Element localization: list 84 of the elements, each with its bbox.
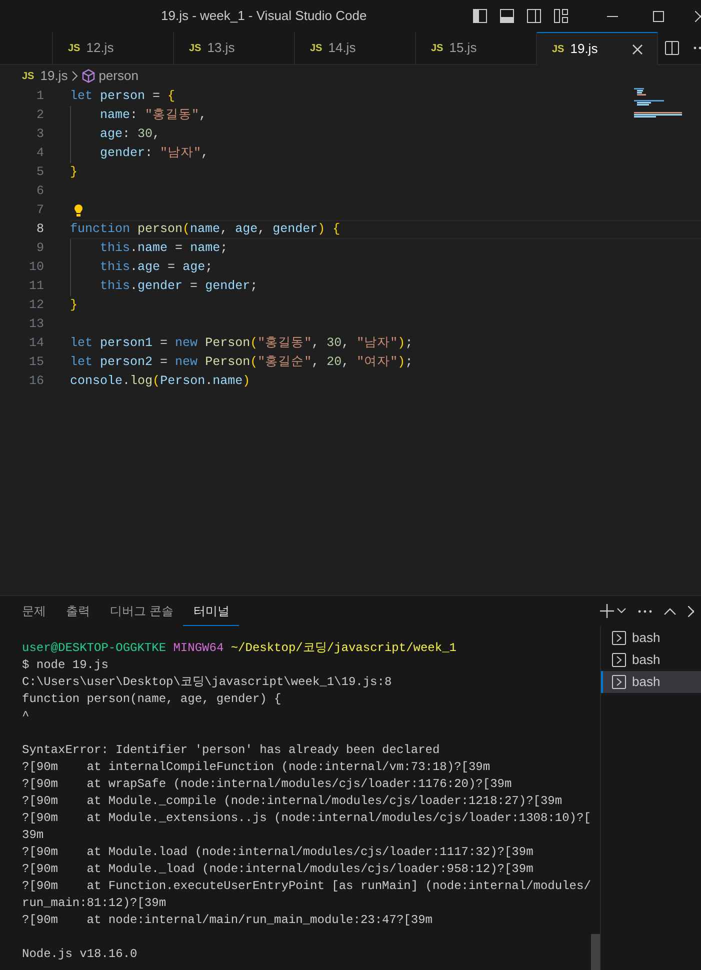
breadcrumb-item[interactable]: person [98,66,138,86]
chevron-right-icon [72,71,78,81]
js-file-icon: JS [552,42,564,56]
terminal-list-item[interactable]: bash [601,671,701,693]
panel-toggle-icon[interactable] [499,8,515,24]
terminal-line: ^ [22,708,30,724]
code-line: } [70,164,78,182]
maximize-icon[interactable] [652,10,664,22]
line-number: 3 [35,126,44,144]
more-icon[interactable] [693,46,701,50]
line-number: 16 [28,373,44,390]
code-line: gender: "남자", [70,144,209,163]
chevron-down-icon[interactable] [617,608,626,614]
panel-tab[interactable]: 디버그 콘솔 [100,596,184,626]
terminal-line: ?[90m at internalCompileFunction (node:internal/vm:73:18)?[39m [22,758,490,776]
line-number: 7 [35,202,44,220]
js-file-icon: JS [431,40,444,56]
terminal-line: run_main:81:12)?[39m [22,894,166,912]
line-number: 14 [28,335,44,352]
terminal-line: C:\Users\user\Desktop\코딩\javascript\week_1\19.js:8 [22,674,392,690]
chevron-up-icon[interactable] [664,608,676,614]
split-editor-icon[interactable] [665,41,679,55]
scrollbar-thumb[interactable] [591,934,600,970]
line-number: 9 [35,240,44,258]
code-line: } [70,297,78,314]
terminal-line: ?[90m at Module._compile (node:internal/modules/cjs/loader:1218:27)?[39m [22,792,562,810]
code-line: this.age = age; [70,258,213,277]
panel-tab[interactable]: 출력 [56,596,100,626]
terminal-line: function person(name, age, gender) { [22,690,282,708]
panel-tab[interactable]: 터미널 [183,596,240,626]
js-file-icon: JS [310,40,322,56]
cube-icon [82,69,95,83]
line-number: 8 [35,221,44,238]
js-file-icon: JS [22,68,34,84]
line-number: 11 [28,278,44,296]
terminal-line: ?[90m at wrapSafe (node:internal/modules/cjs/loader:1176:20)?[39m [22,776,512,792]
terminal-icon [612,653,626,667]
line-number: 15 [28,354,44,372]
code-line: name: "홍길동", [70,106,207,125]
line-number: 2 [35,107,44,124]
terminal-line: 39m [22,826,44,844]
js-file-icon: JS [189,40,202,56]
code-line: age: 30, [70,125,160,144]
line-number: 10 [28,259,44,276]
close-icon[interactable] [688,606,694,616]
close-icon[interactable] [695,10,701,22]
terminal-list-item[interactable]: bash [601,649,701,671]
code-line: let person1 = new Person("홍길동", 30, "남자"); [70,335,413,352]
terminal-list-item[interactable]: bash [601,627,701,649]
terminal-line: Node.js v18.16.0 [22,946,138,962]
js-file-icon: JS [68,40,80,56]
layout-icon[interactable] [553,8,569,24]
more-icon[interactable] [638,610,652,612]
terminal-prompt: user@DESKTOP-OGGKTKE MINGW64 ~/Desktop/코딩/javascript/week_1 [22,640,456,656]
terminal-line: ?[90m at Module.load (node:internal/modules/cjs/loader:1117:32)?[39m [22,844,534,860]
close-icon[interactable] [632,44,643,54]
terminal-icon [612,631,626,645]
new-terminal-icon[interactable] [600,604,614,618]
terminal-line: ?[90m at node:internal/main/run_main_module:23:47?[39m [22,912,432,928]
code-line: function person(name, age, gender) { [70,221,340,238]
breadcrumb-item[interactable]: 19.js [40,66,68,86]
lightbulb-icon[interactable] [74,204,83,217]
line-number: 5 [35,164,44,182]
terminal-line: ?[90m at Module._extensions..js (node:internal/modules/cjs/loader:1308:10)?[ [22,810,591,826]
secondary-sidebar-toggle-icon[interactable] [526,8,542,24]
code-line: let person2 = new Person("홍길순", 20, "여자"); [70,354,413,372]
line-number: 12 [28,297,44,314]
window-title: 19.js - week_1 - Visual Studio Code [161,7,367,26]
terminal-line: ?[90m at Function.executeUserEntryPoint [as runMain] (node:internal/modules/ [22,878,591,894]
line-number: 4 [35,145,44,162]
terminal-line: SyntaxError: Identifier 'person' has already been declared [22,742,440,758]
panel-tab[interactable]: 문제 [12,596,56,626]
terminal-line: $ node 19.js [22,656,108,674]
terminal-icon [612,675,626,689]
code-line: let person = { [70,88,176,106]
code-line: console.log(Person.name) [70,373,250,390]
code-line: this.gender = gender; [70,277,258,296]
primary-sidebar-toggle-icon[interactable] [472,8,488,24]
terminal-line: ?[90m at Module._load (node:internal/modules/cjs/loader:958:12)?[39m [22,860,534,878]
line-number: 13 [28,316,44,334]
line-number: 1 [35,88,44,106]
code-line: this.name = name; [70,239,228,258]
editor-tab[interactable]: JS 19.js [537,32,658,65]
line-number: 6 [35,183,44,200]
